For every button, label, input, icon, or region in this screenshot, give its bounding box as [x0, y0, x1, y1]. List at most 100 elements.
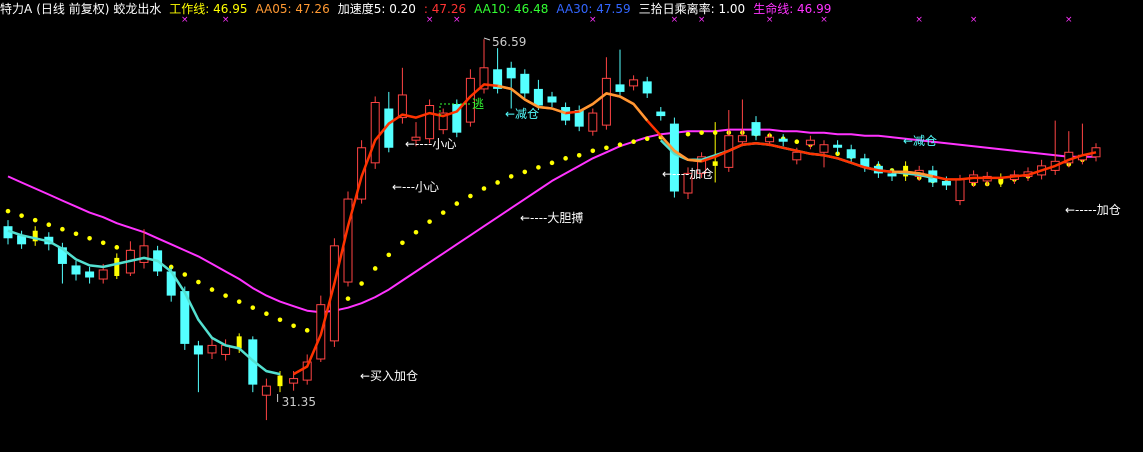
support-dot — [685, 131, 691, 137]
candle-body — [642, 81, 652, 94]
candle-body — [751, 122, 761, 136]
candle — [846, 144, 856, 163]
support-dot — [400, 240, 405, 246]
candle-body — [425, 105, 435, 140]
candle-body — [887, 173, 897, 177]
top-marker: × — [766, 15, 774, 25]
candle — [85, 266, 95, 284]
candle — [588, 108, 598, 136]
support-dot — [196, 279, 201, 285]
candle-body — [370, 101, 380, 164]
candle-body — [819, 144, 829, 153]
candle-body — [277, 375, 283, 387]
reduce-label: ←减仓 — [903, 134, 937, 148]
support-dot — [60, 226, 65, 232]
work-line — [292, 83, 1097, 376]
candle-body — [261, 385, 271, 396]
candle-body — [615, 84, 625, 92]
candle-body — [139, 245, 149, 263]
candle-body — [846, 149, 856, 159]
support-dot — [495, 180, 500, 185]
support-dot — [590, 148, 596, 154]
high-price-pointer — [483, 37, 491, 41]
careful-label: ←---小心 — [392, 180, 439, 194]
support-dot — [372, 266, 378, 271]
candle — [642, 76, 652, 98]
candle — [615, 49, 625, 98]
support-dot — [454, 201, 460, 206]
candle-body — [656, 111, 666, 117]
top-marker: × — [453, 15, 461, 25]
support-dot — [32, 217, 38, 223]
candle-body — [85, 271, 95, 278]
candle — [656, 107, 666, 121]
candle-body — [712, 161, 718, 166]
support-dot — [264, 311, 269, 317]
candle-body — [193, 345, 203, 355]
candle-body — [236, 336, 242, 349]
bold-label: ←----大胆搏 — [520, 211, 583, 225]
top-marker: × — [970, 15, 978, 25]
top-marker: × — [181, 15, 189, 25]
candle — [737, 99, 747, 147]
candle — [114, 253, 120, 280]
support-dot — [277, 317, 283, 323]
candle — [438, 108, 448, 135]
support-dot — [19, 213, 24, 218]
candle-body — [71, 265, 81, 275]
candle-body — [506, 67, 516, 79]
candle-body — [533, 88, 543, 106]
candle — [370, 96, 380, 169]
candle — [669, 117, 679, 198]
support-dot — [563, 156, 568, 161]
candle-body — [765, 136, 775, 143]
candle — [71, 260, 81, 281]
candle — [32, 226, 38, 246]
low-price-label: 31.35 — [282, 395, 316, 409]
candle-body — [601, 77, 611, 126]
candle — [261, 378, 271, 421]
support-dot — [5, 208, 11, 214]
candle-body — [588, 112, 598, 132]
candle — [506, 61, 516, 109]
top-marker: × — [222, 15, 230, 25]
candle-body — [520, 73, 530, 94]
candle — [778, 134, 788, 147]
support-dot — [427, 219, 432, 224]
support-dot — [631, 139, 636, 145]
candlestick-chart: × × × × × × × × × × × × 56.59 31.35 逃 ←减仓 ←减仓 ←----小心 ←---… — [3, 15, 1121, 421]
candle-body — [955, 178, 965, 202]
top-marker: × — [820, 15, 828, 25]
escape-label: 逃 — [472, 97, 484, 111]
support-dot — [73, 231, 79, 237]
candle-body — [669, 123, 679, 192]
support-dot — [236, 299, 242, 304]
high-price-label: 56.59 — [492, 35, 526, 49]
top-marker: × — [426, 15, 434, 25]
candle — [724, 110, 734, 172]
support-dot — [440, 210, 446, 215]
reduce-label: ←减仓 — [505, 107, 539, 121]
support-dot — [345, 296, 351, 301]
top-marker: × — [698, 15, 706, 25]
candle-body — [778, 138, 788, 142]
candle — [180, 286, 190, 350]
support-dot — [114, 245, 120, 250]
add-label: ←----加仓 — [662, 167, 713, 181]
support-dot — [46, 222, 52, 228]
support-dot — [209, 287, 215, 292]
support-dot — [536, 165, 541, 170]
candle-body — [114, 257, 120, 276]
candle-body — [289, 378, 299, 384]
candle — [751, 116, 761, 141]
candle-body — [941, 180, 951, 186]
top-marker: × — [589, 15, 597, 25]
support-dot — [413, 229, 419, 235]
support-dot — [87, 235, 92, 241]
candle — [629, 75, 639, 91]
support-dot — [617, 142, 623, 148]
support-dot — [522, 169, 528, 175]
candle — [1077, 123, 1087, 165]
candle-body — [792, 151, 802, 161]
candle-body — [737, 135, 747, 143]
